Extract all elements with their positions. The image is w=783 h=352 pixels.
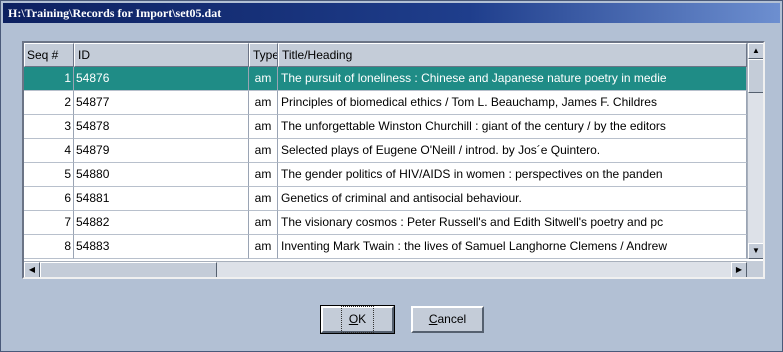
cell-id: 54877 [74, 91, 249, 115]
scroll-down-icon[interactable]: ▼ [748, 243, 763, 259]
cell-id: 54876 [74, 67, 249, 91]
column-header-id[interactable]: ID [74, 43, 249, 67]
grid-header: Seq # ID Type Title/Heading [24, 43, 747, 67]
cell-id: 54878 [74, 115, 249, 139]
cell-id: 54880 [74, 163, 249, 187]
cell-title: Selected plays of Eugene O'Neill / intro… [278, 139, 747, 163]
table-row[interactable]: 1 54876 am The pursuit of loneliness : Chin… [24, 67, 747, 91]
cell-id: 54881 [74, 187, 249, 211]
cell-seq: 2 [24, 91, 74, 115]
cell-title: The pursuit of loneliness : Chinese and … [278, 67, 747, 91]
cell-type: am [249, 211, 278, 235]
cell-title: The visionary cosmos : Peter Russell's a… [278, 211, 747, 235]
column-header-type[interactable]: Type [249, 43, 278, 67]
grid-table: Seq # ID Type Title/Heading 1 54876 am The … [24, 43, 747, 259]
table-row[interactable]: 8 54883 am Inventing Mark Twain : the lives… [24, 235, 747, 259]
cell-title: Inventing Mark Twain : the lives of Samu… [278, 235, 747, 259]
horizontal-scroll-thumb[interactable] [40, 262, 217, 277]
cell-seq: 7 [24, 211, 74, 235]
cell-type: am [249, 187, 278, 211]
cell-seq: 5 [24, 163, 74, 187]
scrollbar-corner [747, 261, 763, 277]
table-row[interactable]: 3 54878 am The unforgettable Winston Church… [24, 115, 747, 139]
scroll-right-icon[interactable]: ▶ [731, 262, 747, 277]
cell-title: The gender politics of HIV/AIDS in women… [278, 163, 747, 187]
window-title: H:\Training\Records for Import\set05.dat [3, 3, 780, 23]
vertical-scroll-thumb[interactable] [748, 59, 763, 93]
table-row[interactable]: 7 54882 am The visionary cosmos : Peter Rus… [24, 211, 747, 235]
ok-button[interactable]: OK [320, 305, 395, 334]
cancel-button-label: Cancel [428, 312, 467, 326]
cell-title: Genetics of criminal and antisocial beha… [278, 187, 747, 211]
cell-type: am [249, 67, 278, 91]
table-row[interactable]: 5 54880 am The gender politics of HIV/AIDS … [24, 163, 747, 187]
vertical-scrollbar[interactable]: ▲ ▼ [747, 43, 763, 259]
cell-id: 54879 [74, 139, 249, 163]
cell-type: am [249, 115, 278, 139]
cell-id: 54883 [74, 235, 249, 259]
cell-type: am [249, 235, 278, 259]
cell-type: am [249, 163, 278, 187]
cell-seq: 3 [24, 115, 74, 139]
table-row[interactable]: 2 54877 am Principles of biomedical ethics … [24, 91, 747, 115]
cell-seq: 6 [24, 187, 74, 211]
column-header-title[interactable]: Title/Heading [278, 43, 747, 67]
cell-seq: 8 [24, 235, 74, 259]
horizontal-scrollbar[interactable]: ◀ ▶ [24, 261, 747, 277]
cell-seq: 4 [24, 139, 74, 163]
cell-id: 54882 [74, 211, 249, 235]
dialog-window: H:\Training\Records for Import\set05.dat… [0, 0, 783, 352]
cancel-button[interactable]: Cancel [411, 306, 484, 333]
scroll-left-icon[interactable]: ◀ [24, 262, 40, 277]
scroll-up-icon[interactable]: ▲ [748, 43, 763, 59]
cell-title: The unforgettable Winston Churchill : gi… [278, 115, 747, 139]
column-header-seq[interactable]: Seq # [24, 43, 74, 67]
cell-seq: 1 [24, 67, 74, 91]
table-row[interactable]: 6 54881 am Genetics of criminal and antisoc… [24, 187, 747, 211]
records-grid[interactable]: Seq # ID Type Title/Heading 1 54876 am The … [22, 41, 765, 279]
table-row[interactable]: 4 54879 am Selected plays of Eugene O'Neill… [24, 139, 747, 163]
cell-type: am [249, 91, 278, 115]
ok-button-label: OK [340, 306, 375, 333]
cell-type: am [249, 139, 278, 163]
cell-title: Principles of biomedical ethics / Tom L.… [278, 91, 747, 115]
